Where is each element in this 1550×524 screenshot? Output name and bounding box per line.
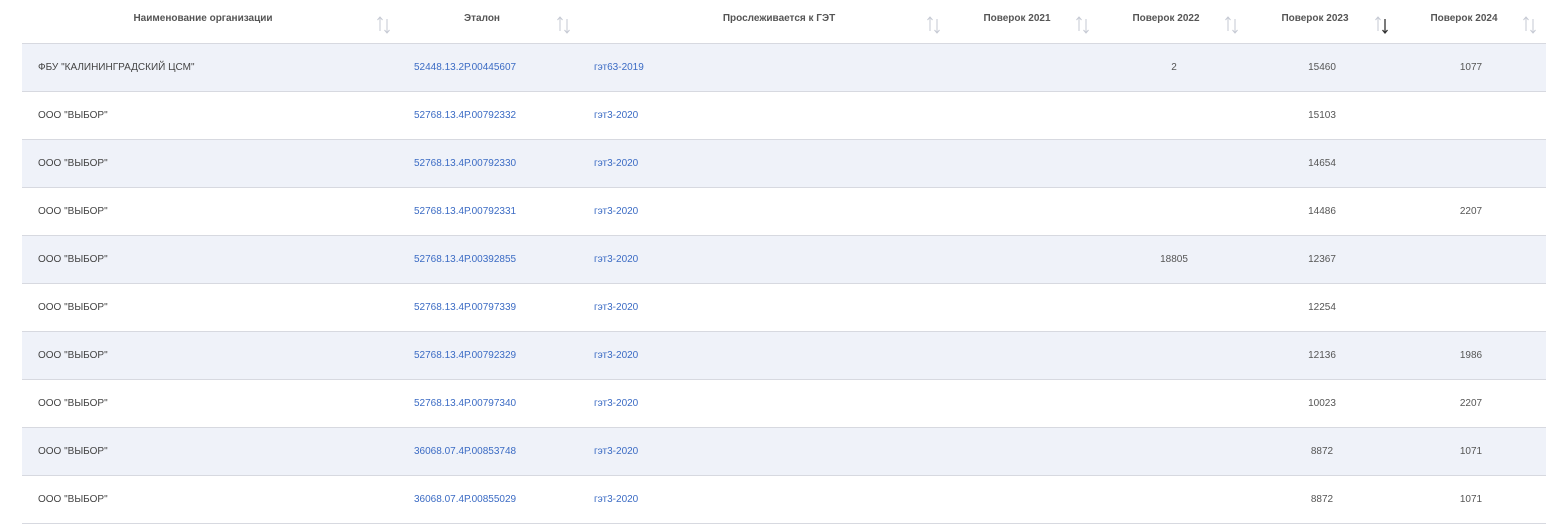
verifications-2023: 8872 [1310, 446, 1334, 457]
header-y2024[interactable]: Поверок 2024 [1392, 0, 1546, 43]
table-body: ФБУ "КАЛИНИНГРАДСКИЙ ЦСМ" 52448.13.2Р.00… [22, 44, 1546, 524]
get-link[interactable]: гэт3-2020 [594, 188, 638, 235]
get-link[interactable]: гэт3-2020 [594, 332, 638, 379]
org-name: ООО "ВЫБОР" [38, 158, 108, 169]
get-link[interactable]: гэт3-2020 [594, 284, 638, 331]
verifications-2023: 14486 [1308, 206, 1336, 217]
get-link[interactable]: гэт63-2019 [594, 44, 644, 91]
header-label: Эталон [464, 13, 500, 24]
table-row: ООО "ВЫБОР" 52768.13.4Р.00792331 гэт3-20… [22, 188, 1546, 236]
get-link[interactable]: гэт3-2020 [594, 140, 638, 187]
verifications-2022: 2 [1171, 62, 1177, 73]
org-name: ООО "ВЫБОР" [38, 254, 108, 265]
verifications-2024: 1071 [1459, 446, 1483, 457]
sort-desc-icon[interactable] [1374, 14, 1390, 36]
etalon-link[interactable]: 52768.13.4Р.00797339 [414, 284, 516, 331]
table-row: ООО "ВЫБОР" 52768.13.4Р.00792332 гэт3-20… [22, 92, 1546, 140]
verifications-2023: 12367 [1308, 254, 1336, 265]
org-name: ООО "ВЫБОР" [38, 110, 108, 121]
header-label: Поверок 2024 [1430, 13, 1498, 24]
header-label: Наименование организации [133, 13, 273, 24]
header-label: Прослеживается к ГЭТ [722, 13, 836, 24]
etalon-link[interactable]: 52768.13.4Р.00797340 [414, 380, 516, 427]
etalon-link[interactable]: 52768.13.4Р.00792330 [414, 140, 516, 187]
verifications-2024: 2207 [1459, 206, 1483, 217]
data-table: Наименование организации Эталон Прослежи… [22, 0, 1546, 524]
table-row: ООО "ВЫБОР" 52768.13.4Р.00792330 гэт3-20… [22, 140, 1546, 188]
table-row: ООО "ВЫБОР" 36068.07.4Р.00853748 гэт3-20… [22, 428, 1546, 476]
org-name: ООО "ВЫБОР" [38, 350, 108, 361]
table-row: ООО "ВЫБОР" 52768.13.4Р.00797340 гэт3-20… [22, 380, 1546, 428]
header-label: Поверок 2021 [983, 13, 1051, 24]
sort-icon[interactable] [1522, 14, 1538, 36]
verifications-2023: 14654 [1308, 158, 1336, 169]
etalon-link[interactable]: 36068.07.4Р.00853748 [414, 428, 516, 475]
etalon-link[interactable]: 52768.13.4Р.00792331 [414, 188, 516, 235]
etalon-link[interactable]: 52768.13.4Р.00792332 [414, 92, 516, 139]
sort-icon[interactable] [1224, 14, 1240, 36]
verifications-2023: 15103 [1308, 110, 1336, 121]
org-name: ООО "ВЫБОР" [38, 302, 108, 313]
table-row: ООО "ВЫБОР" 52768.13.4Р.00792329 гэт3-20… [22, 332, 1546, 380]
etalon-link[interactable]: 52448.13.2Р.00445607 [414, 44, 516, 91]
verifications-2024: 2207 [1459, 398, 1483, 409]
verifications-2023: 10023 [1308, 398, 1336, 409]
verifications-2023: 12254 [1308, 302, 1336, 313]
header-y2023[interactable]: Поверок 2023 [1242, 0, 1392, 43]
header-get[interactable]: Прослеживается к ГЭТ [592, 0, 942, 43]
get-link[interactable]: гэт3-2020 [594, 236, 638, 283]
header-y2022[interactable]: Поверок 2022 [1092, 0, 1242, 43]
verifications-2024: 1986 [1459, 350, 1483, 361]
sort-icon[interactable] [926, 14, 942, 36]
etalon-link[interactable]: 52768.13.4Р.00392855 [414, 236, 516, 283]
table-header: Наименование организации Эталон Прослежи… [22, 0, 1546, 44]
get-link[interactable]: гэт3-2020 [594, 428, 638, 475]
verifications-2023: 12136 [1308, 350, 1336, 361]
org-name: ФБУ "КАЛИНИНГРАДСКИЙ ЦСМ" [38, 62, 195, 73]
etalon-link[interactable]: 52768.13.4Р.00792329 [414, 332, 516, 379]
header-org[interactable]: Наименование организации [22, 0, 392, 43]
org-name: ООО "ВЫБОР" [38, 446, 108, 457]
org-name: ООО "ВЫБОР" [38, 206, 108, 217]
get-link[interactable]: гэт3-2020 [594, 92, 638, 139]
verifications-2024: 1077 [1459, 62, 1483, 73]
get-link[interactable]: гэт3-2020 [594, 380, 638, 427]
header-label: Поверок 2023 [1281, 13, 1349, 24]
verifications-2023: 15460 [1308, 62, 1336, 73]
header-etalon[interactable]: Эталон [392, 0, 592, 43]
sort-icon[interactable] [376, 14, 392, 36]
header-label: Поверок 2022 [1132, 13, 1200, 24]
verifications-2022: 18805 [1160, 254, 1188, 265]
table-row: ООО "ВЫБОР" 52768.13.4Р.00392855 гэт3-20… [22, 236, 1546, 284]
table-row: ООО "ВЫБОР" 52768.13.4Р.00797339 гэт3-20… [22, 284, 1546, 332]
sort-icon[interactable] [1075, 14, 1091, 36]
table-row: ФБУ "КАЛИНИНГРАДСКИЙ ЦСМ" 52448.13.2Р.00… [22, 44, 1546, 92]
header-y2021[interactable]: Поверок 2021 [942, 0, 1092, 43]
org-name: ООО "ВЫБОР" [38, 398, 108, 409]
sort-icon[interactable] [556, 14, 572, 36]
table-row: ООО "ВЫБОР" 36068.07.4Р.00855029 гэт3-20… [22, 476, 1546, 524]
